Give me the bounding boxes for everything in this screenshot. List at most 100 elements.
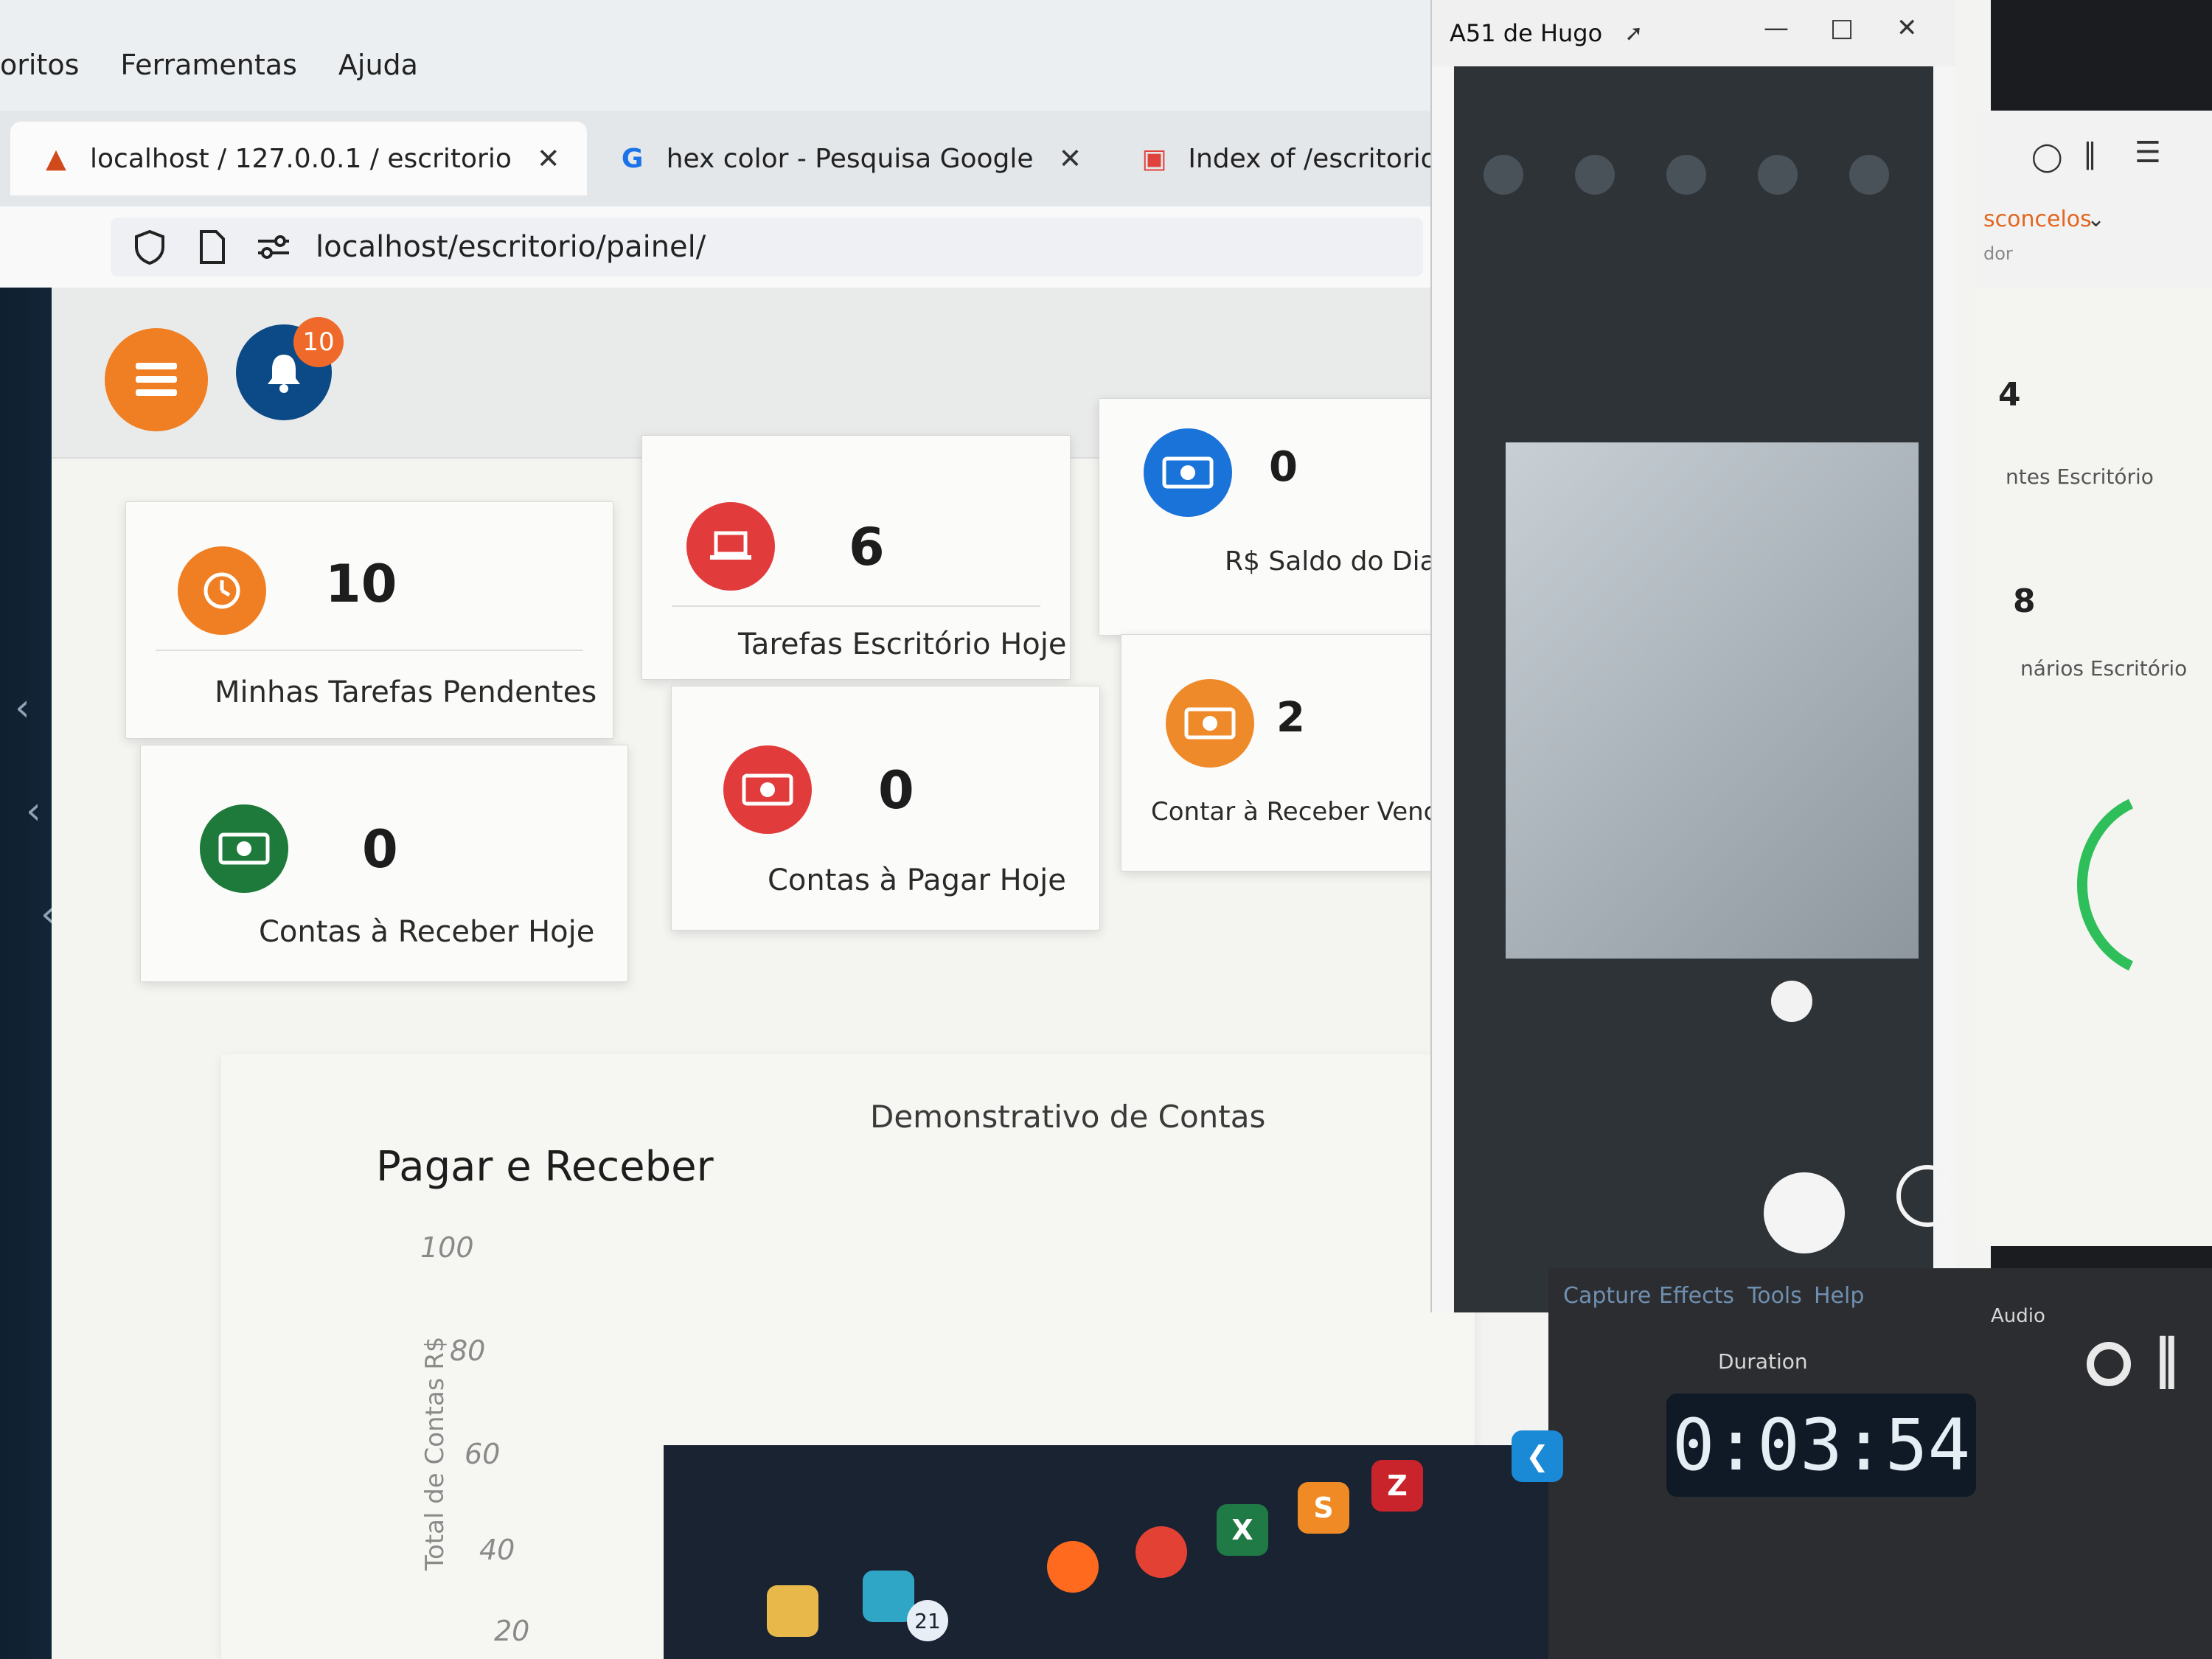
chevron-left-icon[interactable]: ‹ bbox=[15, 686, 30, 730]
user-name[interactable]: sconcelos bbox=[1983, 206, 2092, 232]
ratio-icon[interactable] bbox=[1758, 155, 1798, 195]
navigation-bar: localhost/escritorio/painel/ bbox=[0, 206, 1445, 288]
pause-icon[interactable]: ‖ bbox=[2153, 1327, 2180, 1389]
audio-label: Audio bbox=[1991, 1305, 2045, 1327]
money-icon bbox=[1166, 679, 1254, 768]
phone-link-icon[interactable] bbox=[863, 1571, 914, 1622]
permissions-icon[interactable] bbox=[254, 227, 293, 267]
pin-icon[interactable]: ➚ bbox=[1624, 21, 1643, 46]
card-label: Contas à Receber Hoje bbox=[259, 915, 595, 949]
google-icon: G bbox=[621, 143, 644, 174]
y-axis-label: Total de Contas R$ bbox=[420, 1336, 450, 1571]
excel-icon[interactable]: X bbox=[1217, 1504, 1268, 1556]
settings-icon[interactable] bbox=[1849, 155, 1889, 195]
chart-title: Pagar e Receber bbox=[376, 1143, 714, 1191]
tab-bar: ▲ localhost / 127.0.0.1 / escritorio ✕ G… bbox=[0, 111, 1535, 206]
y-tick: 20 bbox=[494, 1615, 530, 1647]
url-text[interactable]: localhost/escritorio/painel/ bbox=[316, 230, 706, 264]
tab-title: hex color - Pesquisa Google bbox=[666, 143, 1034, 174]
user-role: dor bbox=[1983, 243, 2013, 264]
tab-google-search[interactable]: G hex color - Pesquisa Google ✕ bbox=[587, 122, 1109, 195]
y-tick: 40 bbox=[479, 1534, 515, 1566]
chart-title-secondary: Demonstrativo de Contas bbox=[870, 1099, 1266, 1135]
notification-badge: 10 bbox=[293, 317, 344, 367]
right-panel: sconcelos ⌄ dor 4 ntes Escritório 8 nári… bbox=[1976, 206, 2212, 1246]
hamburger-menu-icon[interactable]: ☰ bbox=[2135, 136, 2161, 170]
maximize-button[interactable]: □ bbox=[1830, 13, 1854, 43]
stat-label: ntes Escritório bbox=[2006, 465, 2154, 489]
tab-title: localhost / 127.0.0.1 / escritorio bbox=[90, 143, 512, 174]
card-label: R$ Saldo do Dia bbox=[1225, 546, 1436, 577]
hamburger-icon bbox=[136, 363, 177, 396]
menu-favoritos[interactable]: oritos bbox=[0, 49, 83, 81]
recorder-menu-tools[interactable]: Tools bbox=[1747, 1283, 1802, 1309]
menu-ferramentas[interactable]: Ferramentas bbox=[116, 49, 302, 81]
camera-mode-icon[interactable] bbox=[1771, 981, 1812, 1022]
money-icon bbox=[723, 745, 812, 834]
flash-icon[interactable] bbox=[1575, 155, 1615, 195]
card-value: 0 bbox=[1269, 443, 1298, 491]
close-icon[interactable]: ✕ bbox=[1059, 142, 1082, 175]
menu-ajuda[interactable]: Ajuda bbox=[334, 49, 422, 81]
close-icon[interactable]: ✕ bbox=[537, 142, 560, 175]
record-icon[interactable] bbox=[2087, 1342, 2131, 1386]
camera-view bbox=[1454, 66, 1958, 1312]
camera-window-title: A51 de Hugo bbox=[1450, 19, 1603, 47]
card-contas-receber-hoje[interactable]: 0 Contas à Receber Hoje bbox=[140, 745, 628, 982]
chevron-left-icon[interactable]: ‹ bbox=[26, 789, 41, 833]
recorder-menu-help[interactable]: Help bbox=[1814, 1283, 1864, 1309]
money-icon bbox=[1144, 428, 1232, 517]
hdr-icon[interactable] bbox=[1484, 155, 1523, 195]
card-label: Contas à Pagar Hoje bbox=[768, 863, 1066, 897]
divider bbox=[672, 605, 1040, 607]
firefox-icon[interactable] bbox=[1047, 1541, 1099, 1593]
address-bar[interactable]: localhost/escritorio/painel/ bbox=[111, 218, 1423, 276]
sublime-icon[interactable]: S bbox=[1298, 1482, 1349, 1534]
library-icon[interactable]: ‖ bbox=[2083, 137, 2097, 170]
tab-phpmyadmin[interactable]: ▲ localhost / 127.0.0.1 / escritorio ✕ bbox=[10, 122, 587, 195]
recorder-menu-capture[interactable]: Capture bbox=[1563, 1283, 1651, 1309]
camera-window: A51 de Hugo ➚ — □ ✕ bbox=[1430, 0, 1958, 1312]
card-value: 2 bbox=[1276, 694, 1305, 742]
y-tick: 60 bbox=[465, 1438, 501, 1470]
page-icon[interactable] bbox=[192, 227, 232, 267]
card-value: 0 bbox=[878, 760, 914, 821]
stat-value: 4 bbox=[1998, 376, 2021, 414]
stat-label: nários Escritório bbox=[2020, 656, 2188, 681]
phpmyadmin-icon: ▲ bbox=[46, 143, 66, 174]
close-button[interactable]: ✕ bbox=[1896, 13, 1918, 43]
menu-toggle-button[interactable] bbox=[105, 328, 208, 431]
shutter-button[interactable] bbox=[1764, 1172, 1845, 1253]
card-label: Minhas Tarefas Pendentes bbox=[215, 675, 597, 709]
card-value: 10 bbox=[325, 554, 397, 614]
minimize-button[interactable]: — bbox=[1764, 13, 1789, 43]
camera-preview bbox=[1506, 442, 1919, 959]
clock-icon bbox=[178, 546, 266, 635]
switch-camera-icon[interactable] bbox=[1896, 1165, 1958, 1227]
chrome-icon[interactable] bbox=[1135, 1526, 1187, 1578]
pocket-icon[interactable]: ◯ bbox=[2031, 140, 2063, 173]
card-value: 6 bbox=[849, 517, 885, 577]
menu-bar: oritos Ferramentas Ajuda bbox=[0, 0, 1445, 111]
duration-label: Duration bbox=[1718, 1349, 1808, 1374]
vscode-icon[interactable]: ❮ bbox=[1512, 1430, 1563, 1482]
card-label: Tarefas Escritório Hoje bbox=[738, 627, 1067, 661]
y-tick: 100 bbox=[420, 1231, 474, 1264]
progress-ring bbox=[2077, 799, 2134, 971]
chevron-down-icon[interactable]: ⌄ bbox=[2087, 206, 2105, 232]
card-minhas-tarefas[interactable]: 10 Minhas Tarefas Pendentes bbox=[125, 501, 613, 739]
folder-icon[interactable] bbox=[767, 1585, 818, 1637]
card-saldo-dia[interactable]: 0 R$ Saldo do Dia bbox=[1099, 398, 1484, 636]
taskbar: 21 X S Z ❮ bbox=[664, 1430, 1563, 1659]
xampp-icon: ▣ bbox=[1141, 143, 1167, 174]
card-tarefas-escritorio[interactable]: 6 Tarefas Escritório Hoje bbox=[641, 435, 1071, 680]
divider bbox=[156, 650, 583, 651]
filezilla-icon[interactable]: Z bbox=[1371, 1460, 1423, 1512]
camera-titlebar: A51 de Hugo ➚ — □ ✕ bbox=[1432, 0, 1955, 66]
shield-icon[interactable] bbox=[130, 227, 170, 267]
recorder-menu-effects[interactable]: Effects bbox=[1659, 1283, 1734, 1309]
timer-icon[interactable] bbox=[1666, 155, 1706, 195]
card-value: 0 bbox=[362, 819, 398, 880]
card-contas-pagar-hoje[interactable]: 0 Contas à Pagar Hoje bbox=[671, 686, 1100, 931]
money-icon bbox=[200, 804, 288, 893]
